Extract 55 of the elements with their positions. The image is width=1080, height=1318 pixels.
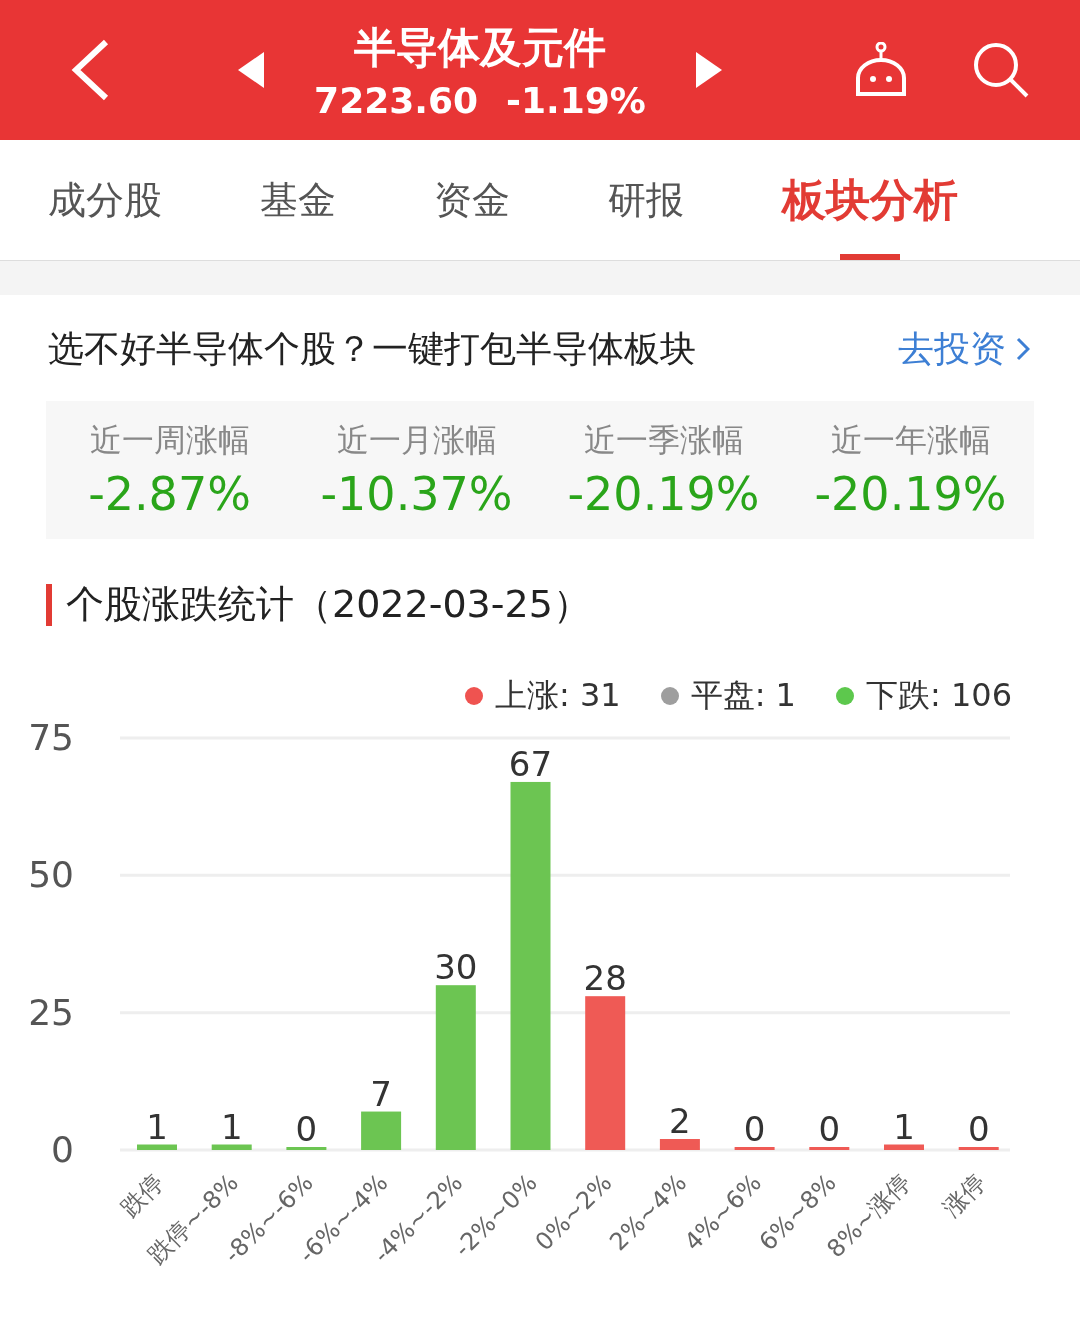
y-tick-label: 50 [28, 854, 74, 896]
section-marker [46, 583, 52, 626]
bar-value-label: 67 [508, 743, 553, 784]
bar-value-label: 28 [583, 958, 627, 999]
bar-value-label: 1 [146, 1106, 168, 1147]
tab[interactable]: 成分股 [48, 140, 162, 260]
period-label: 近一季涨幅 [583, 420, 744, 461]
tab[interactable]: 研报 [608, 140, 684, 260]
bar-value-label: 1 [893, 1106, 915, 1147]
search-icon[interactable] [972, 41, 1030, 99]
period-return: -2.87% [88, 467, 251, 521]
bar [137, 1144, 177, 1150]
x-axis-label: 跌停 [115, 1168, 170, 1223]
bar-value-label: 0 [967, 1109, 990, 1149]
section-title: 个股涨跌统计（2022-03-25） [66, 581, 591, 628]
legend-label: 下跌: 106 [865, 675, 1012, 716]
sector-title: 半导体及元件 [354, 21, 606, 74]
bar [211, 1144, 252, 1150]
tab[interactable]: 基金 [260, 140, 336, 260]
y-tick-label: 0 [51, 1129, 74, 1170]
bar-value-label: 30 [434, 947, 478, 988]
invest-link[interactable]: 去投资 [898, 324, 1030, 374]
bar [659, 1139, 700, 1150]
index-price: 7223.60 [314, 79, 479, 121]
bar [734, 1147, 775, 1150]
period-label: 近一年涨幅 [830, 420, 991, 461]
tab[interactable]: 资金 [434, 140, 510, 260]
index-change: -1.19% [506, 79, 646, 121]
bar-value-label: 2 [669, 1101, 691, 1141]
y-tick-label: 75 [28, 718, 74, 758]
legend-label: 平盘: 1 [690, 675, 796, 716]
legend-label: 上涨: 31 [495, 675, 621, 716]
bar [958, 1147, 999, 1150]
back-icon[interactable] [70, 38, 110, 102]
tab[interactable]: 板块分析 [782, 140, 958, 260]
period-label: 近一月涨幅 [336, 420, 497, 461]
bar-value-label: 1 [220, 1106, 243, 1147]
bar-value-label: 0 [295, 1109, 318, 1149]
x-axis-label: 涨停 [937, 1168, 991, 1223]
period-return: -10.37% [320, 467, 513, 521]
period-label: 近一周涨幅 [89, 420, 250, 461]
bar [884, 1144, 924, 1150]
period-return: -20.19% [814, 467, 1007, 521]
chevron-icon [1016, 337, 1030, 361]
bar [286, 1147, 327, 1150]
bar-value-label: 0 [743, 1109, 766, 1149]
bar [361, 1111, 402, 1150]
bar-value-label: 7 [370, 1073, 392, 1114]
next-icon[interactable] [695, 52, 722, 88]
period-return: -20.19% [567, 467, 760, 521]
bar [809, 1147, 850, 1150]
bar-value-label: 0 [818, 1109, 841, 1149]
promo-text: 选不好半导体个股？一键打包半导体板块 [48, 326, 696, 371]
y-tick-label: 25 [28, 991, 74, 1033]
previous-icon[interactable] [238, 52, 265, 88]
